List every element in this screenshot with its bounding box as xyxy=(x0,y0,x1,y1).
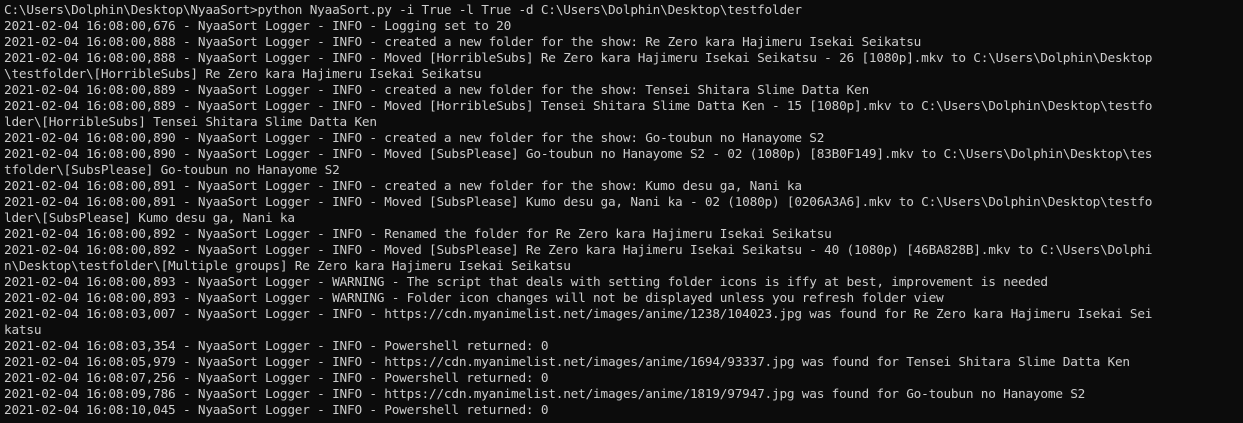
log-line: 2021-02-04 16:08:00,676 - NyaaSort Logge… xyxy=(4,19,512,34)
log-line-continuation: tfolder\[SubsPlease] Go-toubun no Hanayo… xyxy=(4,163,340,178)
log-line: 2021-02-04 16:08:07,256 - NyaaSort Logge… xyxy=(4,371,549,386)
log-line-continuation: n\Desktop\testfolder\[Multiple groups] R… xyxy=(4,259,571,274)
log-line-continuation: lder\[HorribleSubs] Tensei Shitara Slime… xyxy=(4,115,377,130)
log-line: 2021-02-04 16:08:00,892 - NyaaSort Logge… xyxy=(4,243,1153,258)
log-line: 2021-02-04 16:08:10,045 - NyaaSort Logge… xyxy=(4,403,549,418)
log-line: 2021-02-04 16:08:00,891 - NyaaSort Logge… xyxy=(4,195,1153,210)
terminal-output: C:\Users\Dolphin\Desktop\NyaaSort>python… xyxy=(4,3,1239,419)
log-line: 2021-02-04 16:08:00,891 - NyaaSort Logge… xyxy=(4,179,802,194)
warning-log-line: 2021-02-04 16:08:00,893 - NyaaSort Logge… xyxy=(4,275,1048,290)
log-line: 2021-02-04 16:08:00,888 - NyaaSort Logge… xyxy=(4,35,922,50)
log-line: 2021-02-04 16:08:00,888 - NyaaSort Logge… xyxy=(4,51,1153,66)
log-line: 2021-02-04 16:08:03,354 - NyaaSort Logge… xyxy=(4,339,549,354)
warning-log-line: 2021-02-04 16:08:00,893 - NyaaSort Logge… xyxy=(4,291,944,306)
terminal-window[interactable]: C:\Users\Dolphin\Desktop\NyaaSort>python… xyxy=(0,0,1243,423)
log-line-continuation: katsu xyxy=(4,323,42,338)
log-line: 2021-02-04 16:08:03,007 - NyaaSort Logge… xyxy=(4,307,1153,322)
log-line: 2021-02-04 16:08:00,889 - NyaaSort Logge… xyxy=(4,83,869,98)
log-line: 2021-02-04 16:08:05,979 - NyaaSort Logge… xyxy=(4,355,1130,370)
log-line: 2021-02-04 16:08:00,890 - NyaaSort Logge… xyxy=(4,131,825,146)
log-line: 2021-02-04 16:08:00,889 - NyaaSort Logge… xyxy=(4,99,1153,114)
command-prompt-line: C:\Users\Dolphin\Desktop\NyaaSort>python… xyxy=(4,3,802,18)
log-line-continuation: \testfolder\[HorribleSubs] Re Zero kara … xyxy=(4,67,482,82)
log-line: 2021-02-04 16:08:00,890 - NyaaSort Logge… xyxy=(4,147,1153,162)
log-line-continuation: lder\[SubsPlease] Kumo desu ga, Nani ka xyxy=(4,211,295,226)
log-line: 2021-02-04 16:08:00,892 - NyaaSort Logge… xyxy=(4,227,832,242)
log-line: 2021-02-04 16:08:09,786 - NyaaSort Logge… xyxy=(4,387,1086,402)
